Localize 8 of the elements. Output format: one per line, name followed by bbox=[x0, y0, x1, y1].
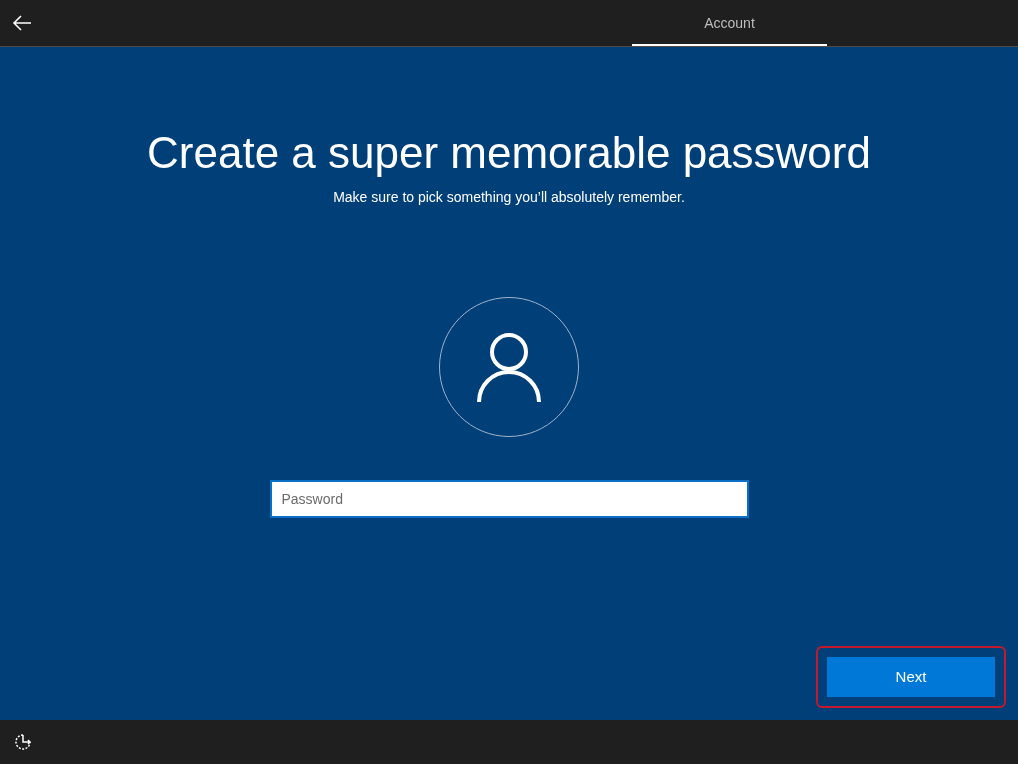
next-button[interactable]: Next bbox=[827, 657, 995, 697]
accessibility-icon[interactable] bbox=[14, 733, 32, 751]
person-icon bbox=[476, 332, 542, 402]
back-arrow-icon bbox=[12, 15, 32, 31]
page-subtitle: Make sure to pick something you’ll absolutely remember. bbox=[333, 188, 685, 207]
account-tab[interactable]: Account bbox=[632, 0, 827, 46]
page-title: Create a super memorable password bbox=[147, 127, 871, 179]
password-field[interactable]: Password bbox=[269, 480, 749, 518]
